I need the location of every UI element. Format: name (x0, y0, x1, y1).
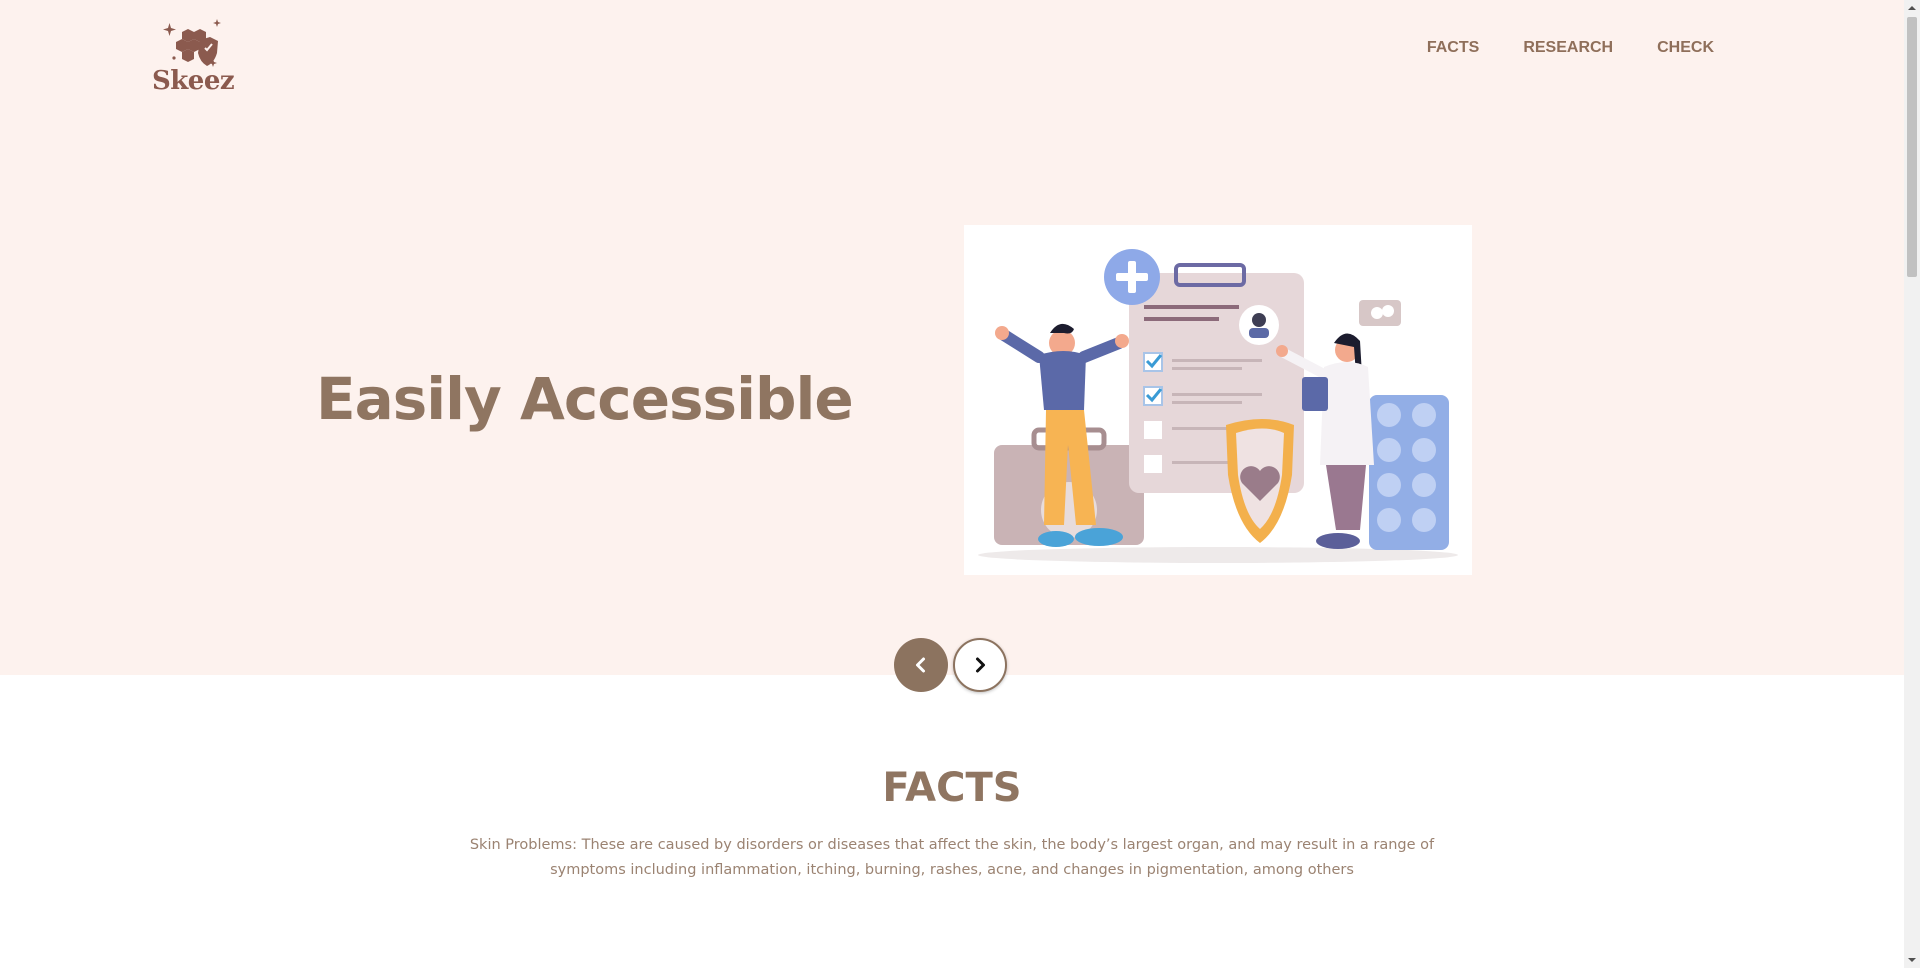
medical-illustration-icon (978, 249, 1458, 563)
hero-section: Skeez FACTS RESEARCH CHECK Easily Access… (0, 0, 1904, 692)
scroll-up-arrow-icon[interactable] (1904, 0, 1920, 16)
facts-heading: FACTS (882, 765, 1022, 811)
hero-illustration (964, 225, 1472, 575)
main-nav: FACTS RESEARCH CHECK (1427, 39, 1714, 57)
chevron-right-icon (976, 657, 985, 673)
nav-link-check[interactable]: CHECK (1657, 39, 1714, 57)
scrollbar-thumb[interactable] (1907, 17, 1917, 277)
logo-mark-icon (163, 19, 221, 67)
scrollbar[interactable] (1904, 0, 1920, 968)
nav-link-research[interactable]: RESEARCH (1523, 39, 1613, 57)
nav-link-facts[interactable]: FACTS (1427, 39, 1479, 57)
logo-text: Skeez (152, 66, 235, 96)
chevron-left-icon (916, 657, 925, 673)
hero-title: Easily Accessible (316, 365, 854, 433)
facts-paragraph: Skin Problems: These are caused by disor… (469, 837, 1435, 878)
carousel-next-button[interactable] (953, 638, 1007, 692)
scroll-down-arrow-icon[interactable] (1904, 952, 1920, 968)
logo[interactable]: Skeez (152, 18, 235, 98)
carousel-prev-button[interactable] (894, 638, 948, 692)
